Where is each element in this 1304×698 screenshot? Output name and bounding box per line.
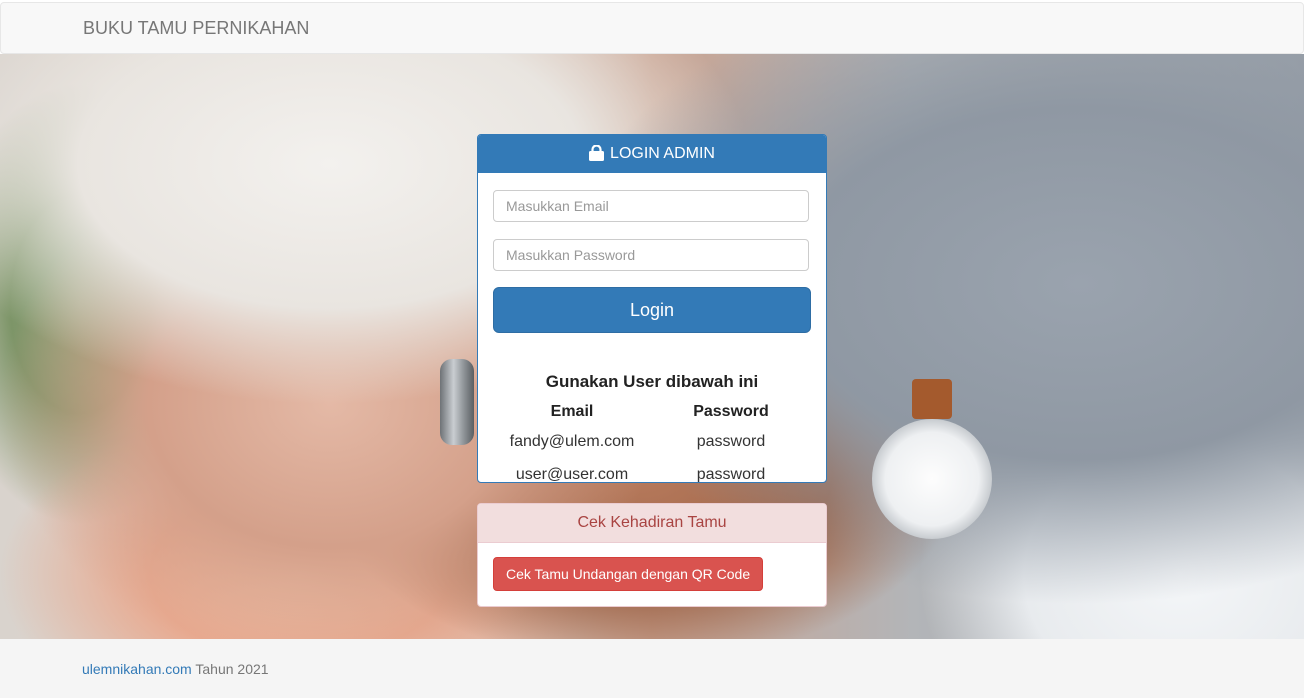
column-header-password: Password (693, 403, 769, 420)
navbar-brand[interactable]: BUKU TAMU PERNIKAHAN (83, 18, 309, 39)
credential-email: user@user.com (515, 465, 629, 483)
table-row: fandy@ulem.com password (493, 425, 811, 458)
credentials-heading: Gunakan User dibawah ini (545, 372, 759, 391)
table-row: user@user.com password (493, 458, 811, 483)
password-input[interactable] (493, 239, 809, 271)
footer: ulemnikahan.com Tahun 2021 (0, 639, 1304, 698)
navbar: BUKU TAMU PERNIKAHAN (0, 2, 1304, 54)
login-panel-heading: LOGIN ADMIN (478, 135, 826, 173)
email-input[interactable] (493, 190, 809, 222)
login-panel: LOGIN ADMIN Login Gunakan User dibawah i… (477, 134, 827, 483)
credential-password: password (696, 432, 766, 450)
footer-text: ulemnikahan.com Tahun 2021 (82, 661, 269, 677)
wristwatch-decoration (872, 379, 992, 539)
credentials-header-row: Email Password (493, 399, 811, 425)
credential-email: fandy@ulem.com (509, 432, 635, 450)
qr-scan-button[interactable]: Cek Tamu Undangan dengan QR Code (493, 557, 764, 591)
login-button[interactable]: Login (493, 287, 811, 333)
credentials-table: Email Password fandy@ulem.com password u… (493, 399, 811, 483)
attendance-panel: Cek Kehadiran Tamu Cek Tamu Undangan den… (477, 503, 827, 607)
column-header-email: Email (550, 403, 594, 420)
credential-password: password (696, 465, 766, 483)
footer-year: Tahun 2021 (191, 661, 269, 677)
lock-icon (589, 145, 605, 161)
attendance-panel-heading: Cek Kehadiran Tamu (478, 504, 826, 543)
wedding-ring-decoration (440, 359, 474, 445)
footer-site-link[interactable]: ulemnikahan.com (82, 661, 192, 677)
login-panel-title: LOGIN ADMIN (610, 145, 715, 162)
